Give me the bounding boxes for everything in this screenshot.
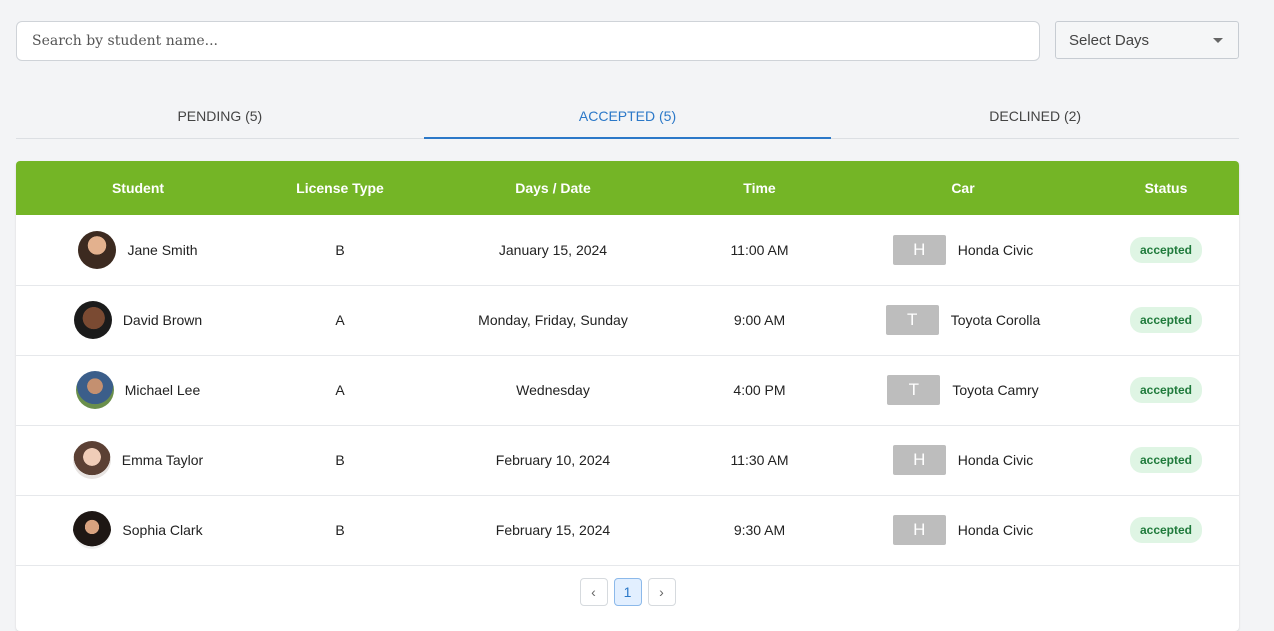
tab-accepted[interactable]: ACCEPTED (5) xyxy=(423,94,832,139)
status-badge: accepted xyxy=(1129,517,1203,543)
table-header-row: Student License Type Days / Date Time Ca… xyxy=(16,161,1239,215)
car-image-placeholder: H xyxy=(892,445,946,475)
lesson-date: January 15, 2024 xyxy=(498,241,608,258)
table-row[interactable]: David Brown A Monday, Friday, Sunday 9:0… xyxy=(16,285,1239,355)
car-cell: T Toyota Corolla xyxy=(833,305,1093,335)
lesson-time: 4:00 PM xyxy=(733,382,786,398)
car-cell: H Honda Civic xyxy=(833,515,1093,545)
table-row[interactable]: Emma Taylor B February 10, 2024 11:30 AM… xyxy=(16,425,1239,495)
student-name: Sophia Clark xyxy=(122,522,203,538)
car-name: Honda Civic xyxy=(957,522,1034,538)
lesson-date: February 15, 2024 xyxy=(495,522,611,538)
license-type: B xyxy=(335,452,345,468)
license-type: B xyxy=(335,522,345,538)
status-badge: accepted xyxy=(1129,447,1203,473)
lessons-table-card: Student License Type Days / Date Time Ca… xyxy=(16,161,1239,631)
select-days-label: Select Days xyxy=(1069,31,1150,49)
pagination-prev-button[interactable]: ‹ xyxy=(579,578,608,606)
lesson-time: 11:30 AM xyxy=(730,452,789,468)
search-input[interactable] xyxy=(16,21,1040,61)
car-name: Toyota Corolla xyxy=(950,312,1041,328)
select-days-dropdown[interactable]: Select Days xyxy=(1055,21,1239,59)
tab-pending[interactable]: PENDING (5) xyxy=(16,94,424,138)
status-badge: accepted xyxy=(1129,236,1203,263)
license-type: A xyxy=(335,312,345,328)
student-name: David Brown xyxy=(122,312,203,328)
lessons-table: Student License Type Days / Date Time Ca… xyxy=(16,161,1239,566)
avatar xyxy=(73,511,112,549)
student-cell: David Brown xyxy=(16,301,260,339)
student-cell: Emma Taylor xyxy=(16,441,260,479)
chevron-down-icon xyxy=(1213,37,1223,43)
status-tabs: PENDING (5) ACCEPTED (5) DECLINED (2) xyxy=(16,94,1239,139)
lesson-date: Monday, Friday, Sunday xyxy=(478,312,628,328)
column-header-days-date: Days / Date xyxy=(515,180,591,196)
table-row[interactable]: Michael Lee A Wednesday 4:00 PM T Toyota… xyxy=(16,355,1239,425)
student-name: Michael Lee xyxy=(124,382,201,398)
lesson-time: 9:00 AM xyxy=(733,312,786,328)
car-cell: T Toyota Camry xyxy=(833,375,1093,405)
avatar xyxy=(73,301,112,339)
car-name: Honda Civic xyxy=(957,452,1034,468)
car-image-placeholder: T xyxy=(887,375,941,405)
status-badge: accepted xyxy=(1129,377,1203,403)
student-name: Jane Smith xyxy=(127,241,198,258)
status-badge: accepted xyxy=(1129,307,1203,333)
column-header-car: Car xyxy=(951,180,975,196)
avatar xyxy=(78,230,117,269)
car-name: Honda Civic xyxy=(957,241,1034,258)
car-cell: H Honda Civic xyxy=(833,445,1093,475)
table-row[interactable]: Jane Smith B January 15, 2024 11:00 AM H… xyxy=(16,215,1239,285)
license-type: B xyxy=(335,241,345,258)
column-header-license-type: License Type xyxy=(296,180,384,196)
student-name: Emma Taylor xyxy=(121,452,204,468)
column-header-student: Student xyxy=(111,180,165,196)
lesson-time: 9:30 AM xyxy=(733,522,786,538)
lesson-date: February 10, 2024 xyxy=(495,452,611,468)
car-image-placeholder: H xyxy=(892,515,946,545)
avatar xyxy=(75,371,114,409)
student-cell: Jane Smith xyxy=(16,230,260,269)
lesson-time: 11:00 AM xyxy=(730,241,789,258)
lesson-date: Wednesday xyxy=(516,382,590,398)
table-row[interactable]: Sophia Clark B February 15, 2024 9:30 AM… xyxy=(16,495,1239,565)
pagination: ‹ 1 › xyxy=(16,578,1239,606)
tab-declined[interactable]: DECLINED (2) xyxy=(831,94,1239,138)
license-type: A xyxy=(335,382,345,398)
column-header-status: Status xyxy=(1144,180,1188,196)
car-image-placeholder: H xyxy=(892,234,946,265)
student-cell: Sophia Clark xyxy=(16,511,260,549)
avatar xyxy=(72,441,111,479)
student-cell: Michael Lee xyxy=(16,371,260,409)
pagination-page-1[interactable]: 1 xyxy=(613,578,642,606)
car-image-placeholder: T xyxy=(885,305,939,335)
car-name: Toyota Camry xyxy=(952,382,1039,398)
column-header-time: Time xyxy=(743,180,776,196)
car-cell: H Honda Civic xyxy=(833,234,1093,265)
pagination-next-button[interactable]: › xyxy=(647,578,676,606)
